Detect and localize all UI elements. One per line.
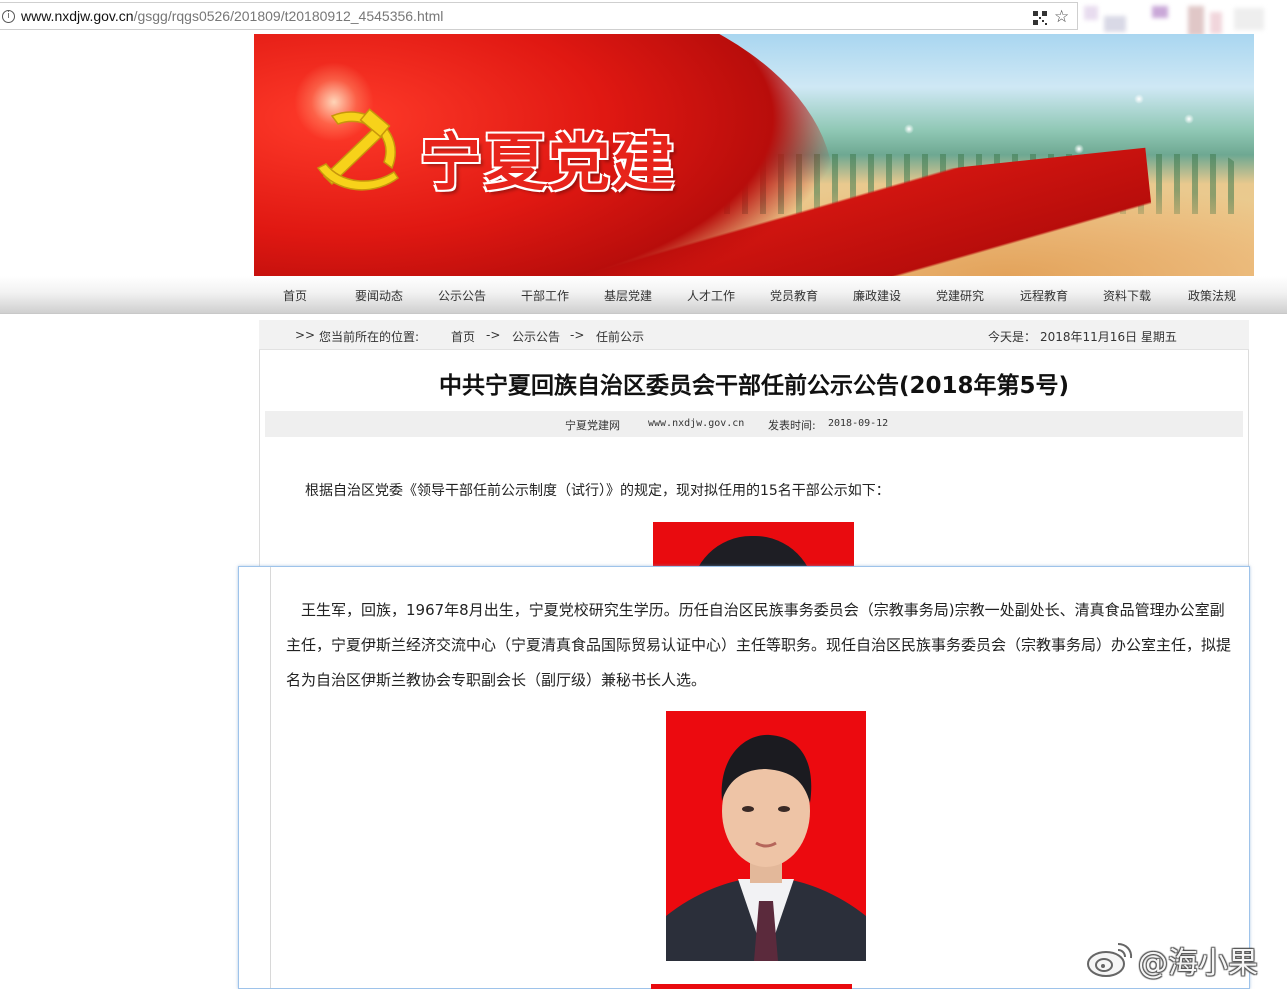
weibo-logo-icon [1087, 943, 1133, 977]
candidate-photo-partial [653, 522, 854, 572]
nav-item-remote-education[interactable]: 远程教育 [1020, 287, 1068, 304]
url-box[interactable]: i www.nxdjw.gov.cn/gsgg/rqgs0526/201809/… [0, 2, 1078, 30]
nav-item-announcements[interactable]: 公示公告 [438, 287, 486, 304]
url-domain: www.nxdjw.gov.cn [21, 8, 134, 24]
nav-item-grassroots[interactable]: 基层党建 [604, 287, 652, 304]
banner-title: 宁夏党建 [420, 126, 677, 199]
published-label: 发表时间: [768, 419, 816, 432]
date-value: 2018年11月16日 星期五 [1040, 330, 1177, 344]
article-source: 宁夏党建网 [565, 419, 620, 432]
zoomed-bio-panel: 王生军，回族，1967年8月出生，宁夏党校研究生学历。历任自治区民族事务委员会（… [238, 566, 1250, 989]
article-site: www.nxdjw.gov.cn [648, 418, 745, 429]
next-candidate-photo-edge [651, 984, 852, 989]
breadcrumb-arrow-icon: >> [295, 328, 316, 342]
breadcrumb: >> 您当前所在的位置: 首页 -> 公示公告 -> 任前公示 今天是： 201… [259, 320, 1249, 350]
portrait-figure [666, 734, 866, 961]
watermark-text: @海小果 [1138, 946, 1258, 981]
nav-item-news[interactable]: 要闻动态 [355, 287, 403, 304]
breadcrumb-separator: -> [570, 328, 585, 342]
url-path: /gsgg/rqgs0526/201809/t20180912_4545356.… [133, 8, 444, 24]
nav-item-research[interactable]: 党建研究 [936, 287, 984, 304]
sparkle-icon [1074, 144, 1084, 154]
bio-line-2: 主任，宁夏伊斯兰经济交流中心（宁夏清真食品国际贸易认证中心）主任等职务。现任自治… [286, 636, 1232, 654]
sparkle-icon [904, 124, 914, 134]
candidate-portrait [666, 711, 866, 961]
article-meta: 宁夏党建网 www.nxdjw.gov.cn 发表时间: 2018-09-12 [265, 411, 1243, 437]
breadcrumb-home-link[interactable]: 首页 [451, 328, 475, 345]
bookmark-star-icon[interactable]: ☆ [1054, 7, 1069, 27]
article-intro: 根据自治区党委《领导干部任前公示制度（试行）》的规定，现对拟任用的15名干部公示… [305, 483, 890, 499]
nav-item-integrity[interactable]: 廉政建设 [853, 287, 901, 304]
nav-item-cadre-work[interactable]: 干部工作 [521, 287, 569, 304]
breadcrumb-separator: -> [486, 328, 501, 342]
nav-item-policy[interactable]: 政策法规 [1188, 287, 1236, 304]
url-text[interactable]: www.nxdjw.gov.cn/gsgg/rqgs0526/201809/t2… [21, 8, 443, 24]
sparkle-icon [1184, 114, 1194, 124]
main-nav: 首页 要闻动态 公示公告 干部工作 基层党建 人才工作 党员教育 廉政建设 党建… [0, 276, 1287, 314]
panel-divider [270, 567, 271, 988]
nav-item-downloads[interactable]: 资料下载 [1103, 287, 1151, 304]
date-label: 今天是： [988, 330, 1037, 344]
nav-item-talent[interactable]: 人才工作 [687, 287, 735, 304]
site-info-icon[interactable]: i [2, 10, 15, 23]
breadcrumb-section-link[interactable]: 公示公告 [512, 328, 560, 345]
published-date: 2018-09-12 [828, 418, 889, 429]
sparkle-icon [1134, 94, 1144, 104]
qr-code-icon[interactable] [1033, 11, 1047, 25]
bio-line-1: 王生军，回族，1967年8月出生，宁夏党校研究生学历。历任自治区民族事务委员会（… [286, 601, 1225, 619]
blurred-extensions-area [1084, 2, 1287, 36]
nav-item-member-education[interactable]: 党员教育 [770, 287, 818, 304]
article-title: 中共宁夏回族自治区委员会干部任前公示公告(2018年第5号) [438, 373, 1070, 399]
breadcrumb-label: 您当前所在的位置: [319, 330, 420, 344]
party-emblem-icon [316, 108, 400, 191]
nav-item-home[interactable]: 首页 [283, 287, 307, 304]
bio-line-3: 名为自治区伊斯兰教协会专职副会长（副厅级）兼秘书长人选。 [286, 671, 707, 689]
breadcrumb-current-link[interactable]: 任前公示 [596, 328, 644, 345]
browser-address-bar: i www.nxdjw.gov.cn/gsgg/rqgs0526/201809/… [0, 0, 1287, 36]
